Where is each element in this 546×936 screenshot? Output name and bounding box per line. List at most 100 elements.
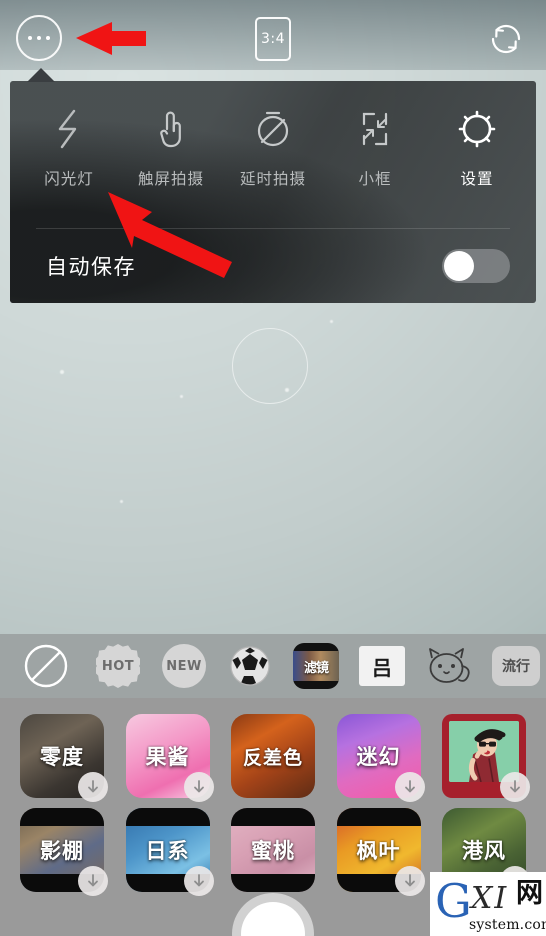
- category-label: NEW: [166, 658, 202, 674]
- filter-name: 迷幻: [356, 745, 401, 769]
- filter-cell[interactable]: 零度: [20, 714, 108, 802]
- tile-band: [20, 808, 104, 826]
- tile-band: [231, 874, 315, 892]
- category-item-soccer[interactable]: [224, 643, 276, 689]
- hot-badge-icon: HOT: [96, 644, 140, 688]
- ellipsis-dot-icon: [46, 36, 50, 40]
- panel-item-settings[interactable]: 设置: [426, 103, 528, 229]
- panel-pointer-triangle: [27, 68, 55, 82]
- download-badge[interactable]: [183, 866, 214, 896]
- speck: [60, 370, 64, 374]
- camera-top-bar: 3:4: [0, 0, 546, 78]
- gear-icon: [453, 103, 501, 155]
- tile-band: [231, 808, 315, 826]
- category-scroll[interactable]: HOT NEW 滤镜 吕 流行: [92, 643, 546, 689]
- panel-item-label: 小框: [358, 170, 392, 188]
- filter-name: 蜜桃: [251, 839, 295, 863]
- more-options-button[interactable]: [16, 15, 62, 61]
- filter-category-bar: HOT NEW 滤镜 吕 流行: [0, 634, 546, 698]
- download-badge[interactable]: [394, 866, 425, 896]
- tile-band: [125, 808, 210, 826]
- filter-grid-row: 零度 果酱 反差色 迷幻: [20, 714, 530, 802]
- filter-name: 影棚: [40, 839, 84, 863]
- popular-chip-icon: 流行: [492, 646, 540, 686]
- category-label: 吕: [372, 655, 392, 680]
- cat-face-icon: [429, 648, 470, 683]
- category-item-hot[interactable]: HOT: [92, 643, 144, 689]
- download-badge[interactable]: [78, 772, 108, 802]
- category-item-filter[interactable]: 滤镜: [290, 643, 342, 689]
- panel-item-flash[interactable]: 闪光灯: [18, 103, 120, 229]
- autosave-row[interactable]: 自动保存: [10, 229, 536, 303]
- filter-name: 零度: [40, 745, 84, 769]
- category-item-lv[interactable]: 吕: [356, 643, 408, 689]
- tile-band: [336, 808, 421, 826]
- panel-icon-row: 闪光灯 触屏拍摄 延时拍摄 小框 设置: [10, 81, 536, 229]
- no-filter-icon: [24, 644, 68, 688]
- filter-name: 果酱: [145, 745, 190, 769]
- download-arrow-icon: [88, 780, 98, 793]
- download-arrow-icon: [404, 780, 415, 793]
- download-arrow-icon: [88, 874, 98, 887]
- new-badge-icon: NEW: [162, 644, 206, 688]
- filter-name: 反差色: [242, 746, 303, 769]
- filter-cell[interactable]: 影棚: [20, 808, 108, 896]
- panel-item-label: 闪光灯: [44, 170, 94, 188]
- speck: [330, 320, 333, 323]
- filter-cell[interactable]: 迷幻: [336, 714, 425, 802]
- panel-item-label: 设置: [460, 170, 494, 188]
- filter-name: 日系: [145, 839, 190, 863]
- download-arrow-icon: [193, 780, 204, 793]
- watermark-system: system.com: [469, 917, 546, 933]
- filter-cell[interactable]: 枫叶: [336, 808, 425, 896]
- category-none-wrap[interactable]: [0, 642, 92, 690]
- aspect-ratio-button[interactable]: 3:4: [255, 17, 291, 61]
- camera-flip-button[interactable]: [484, 17, 528, 61]
- download-badge[interactable]: [394, 772, 425, 802]
- focus-ring: [232, 328, 308, 404]
- speck: [180, 395, 183, 398]
- toggle-knob: [444, 251, 474, 281]
- watermark-xi: XI: [471, 881, 509, 916]
- category-label: 流行: [502, 659, 530, 675]
- aspect-ratio-label: 3:4: [260, 31, 286, 47]
- filter-cell[interactable]: 日系: [125, 808, 214, 896]
- camera-flip-icon: [491, 24, 521, 54]
- category-item-popular[interactable]: 流行: [488, 643, 544, 689]
- panel-item-label: 延时拍摄: [239, 170, 306, 188]
- filter-cell[interactable]: 蜜桃: [231, 808, 315, 892]
- download-arrow-icon: [510, 780, 520, 793]
- download-badge[interactable]: [500, 772, 530, 802]
- category-item-cat[interactable]: [422, 643, 474, 689]
- timer-off-icon: [251, 103, 295, 155]
- panel-item-small-frame[interactable]: 小框: [324, 103, 426, 229]
- ellipsis-dot-icon: [37, 36, 41, 40]
- ellipsis-dot-icon: [28, 36, 32, 40]
- filter-tile-mitao: 蜜桃: [231, 808, 315, 892]
- flash-icon: [48, 103, 90, 155]
- filter-thumbnail-icon: 滤镜: [293, 643, 339, 689]
- download-arrow-icon: [193, 874, 204, 887]
- camera-options-panel: 闪光灯 触屏拍摄 延时拍摄 小框 设置 自动保存: [10, 81, 536, 303]
- category-label: 滤镜: [303, 660, 329, 676]
- panel-item-label: 触屏拍摄: [137, 170, 204, 188]
- filter-cell[interactable]: 反差色: [231, 714, 315, 798]
- filter-cell[interactable]: [442, 714, 530, 802]
- filter-tile-fanchase: 反差色: [231, 714, 315, 798]
- category-item-new[interactable]: NEW: [158, 643, 210, 689]
- download-badge[interactable]: [183, 772, 214, 802]
- filter-cell[interactable]: 果酱: [125, 714, 214, 802]
- panel-item-touch-shoot[interactable]: 触屏拍摄: [120, 103, 222, 229]
- download-badge[interactable]: [78, 866, 108, 896]
- filter-name: 枫叶: [356, 839, 401, 863]
- soccer-ball-icon: [230, 646, 270, 686]
- lv-character-card-icon: 吕: [359, 646, 405, 686]
- autosave-label: 自动保存: [46, 255, 136, 279]
- download-arrow-icon: [404, 874, 415, 887]
- autosave-toggle[interactable]: [442, 249, 510, 283]
- speck: [120, 500, 123, 503]
- category-label: HOT: [101, 658, 135, 674]
- panel-item-timer[interactable]: 延时拍摄: [222, 103, 324, 229]
- crop-frame-icon: [354, 103, 396, 155]
- watermark-g: G: [435, 874, 472, 928]
